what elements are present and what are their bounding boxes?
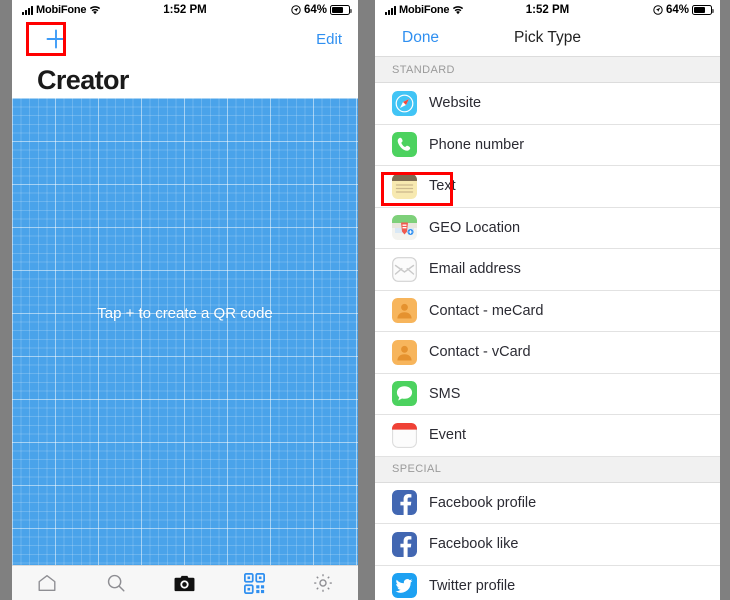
list-item-label: Facebook profile xyxy=(429,494,537,511)
search-icon xyxy=(105,572,127,594)
list-item-geo-location[interactable]: GEO Location xyxy=(375,207,720,249)
tab-settings[interactable] xyxy=(300,568,346,598)
message-bubble-icon xyxy=(392,381,417,407)
battery-icon xyxy=(330,5,352,15)
calendar-icon xyxy=(392,422,417,448)
list-item-contact-vcard[interactable]: Contact - vCard xyxy=(375,332,720,374)
camera-icon xyxy=(173,572,196,595)
list-special: Facebook profile Facebook like Twitter p… xyxy=(375,482,720,600)
battery-icon xyxy=(692,5,714,15)
location-arrow-icon xyxy=(653,5,663,15)
list-item-event[interactable]: Event xyxy=(375,415,720,457)
home-icon xyxy=(36,572,58,594)
facebook-icon xyxy=(392,531,417,557)
list-item-label: Phone number xyxy=(429,136,525,153)
contact-person-icon xyxy=(392,339,417,365)
page-title: Creator xyxy=(12,62,358,98)
list-item-facebook-profile[interactable]: Facebook profile xyxy=(375,482,720,524)
status-bar-right-group-2: 64% xyxy=(653,4,714,16)
list-item-phone-number[interactable]: Phone number xyxy=(375,124,720,166)
list-item-label: Event xyxy=(429,427,467,444)
battery-percent-label: 64% xyxy=(665,4,689,16)
tab-bar xyxy=(12,565,358,600)
list-item-twitter-profile[interactable]: Twitter profile xyxy=(375,565,720,600)
location-arrow-icon xyxy=(291,5,301,15)
list-item-email-address[interactable]: Email address xyxy=(375,249,720,291)
battery-percent-label: 64% xyxy=(303,4,327,16)
list-item-text-wrap: Text xyxy=(375,166,720,208)
tab-home[interactable] xyxy=(24,568,70,598)
section-header-standard: STANDARD xyxy=(375,57,720,83)
status-bar-left: MobiFone 1:52 PM 64% xyxy=(12,0,358,20)
envelope-icon xyxy=(392,256,417,282)
maps-icon xyxy=(392,215,417,241)
tab-search[interactable] xyxy=(93,568,139,598)
left-phone-screen: MobiFone 1:52 PM 64% Edit Creator Tap + … xyxy=(12,0,358,600)
list-item-label: Text xyxy=(429,178,456,195)
list-item-website[interactable]: Website xyxy=(375,83,720,125)
safari-compass-icon xyxy=(392,90,417,116)
status-bar-right-group: 64% xyxy=(291,4,352,16)
edit-button[interactable]: Edit xyxy=(316,31,342,48)
gear-icon xyxy=(312,572,334,594)
canvas-empty-hint: Tap + to create a QR code xyxy=(97,305,273,322)
list-item-text[interactable]: Text xyxy=(375,166,720,208)
right-phone-screen: MobiFone 1:52 PM 64% Done Pick Type STAN… xyxy=(375,0,720,600)
notes-icon xyxy=(392,173,417,199)
list-item-label: Twitter profile xyxy=(429,577,516,594)
list-item-facebook-like[interactable]: Facebook like xyxy=(375,524,720,566)
facebook-icon xyxy=(392,490,417,516)
list-item-contact-mecard[interactable]: Contact - meCard xyxy=(375,290,720,332)
screenshot-stage: MobiFone 1:52 PM 64% Edit Creator Tap + … xyxy=(0,0,730,600)
list-item-label: Email address xyxy=(429,261,521,278)
twitter-icon xyxy=(392,573,417,599)
list-item-label: Contact - vCard xyxy=(429,344,531,361)
contact-person-icon xyxy=(392,298,417,324)
tab-camera[interactable] xyxy=(162,568,208,598)
left-nav-bar: Edit xyxy=(12,20,358,62)
status-bar-right: MobiFone 1:52 PM 64% xyxy=(375,0,720,20)
qr-canvas-area[interactable]: Tap + to create a QR code xyxy=(12,98,358,566)
qr-code-icon xyxy=(243,572,265,594)
list-item-sms[interactable]: SMS xyxy=(375,373,720,415)
section-header-special: SPECIAL xyxy=(375,456,720,483)
right-nav-bar: Done Pick Type xyxy=(375,20,720,57)
list-item-label: Contact - meCard xyxy=(429,302,544,319)
list-item-label: Website xyxy=(429,95,482,112)
list-item-label: Facebook like xyxy=(429,536,519,553)
add-qr-button[interactable] xyxy=(43,26,69,52)
list-standard: Website Phone number Text GEO Location E… xyxy=(375,83,720,457)
nav-title: Pick Type xyxy=(514,29,581,46)
tab-qrcode[interactable] xyxy=(231,568,277,598)
phone-handset-icon xyxy=(392,132,417,158)
list-item-label: SMS xyxy=(429,385,461,402)
list-item-label: GEO Location xyxy=(429,219,521,236)
